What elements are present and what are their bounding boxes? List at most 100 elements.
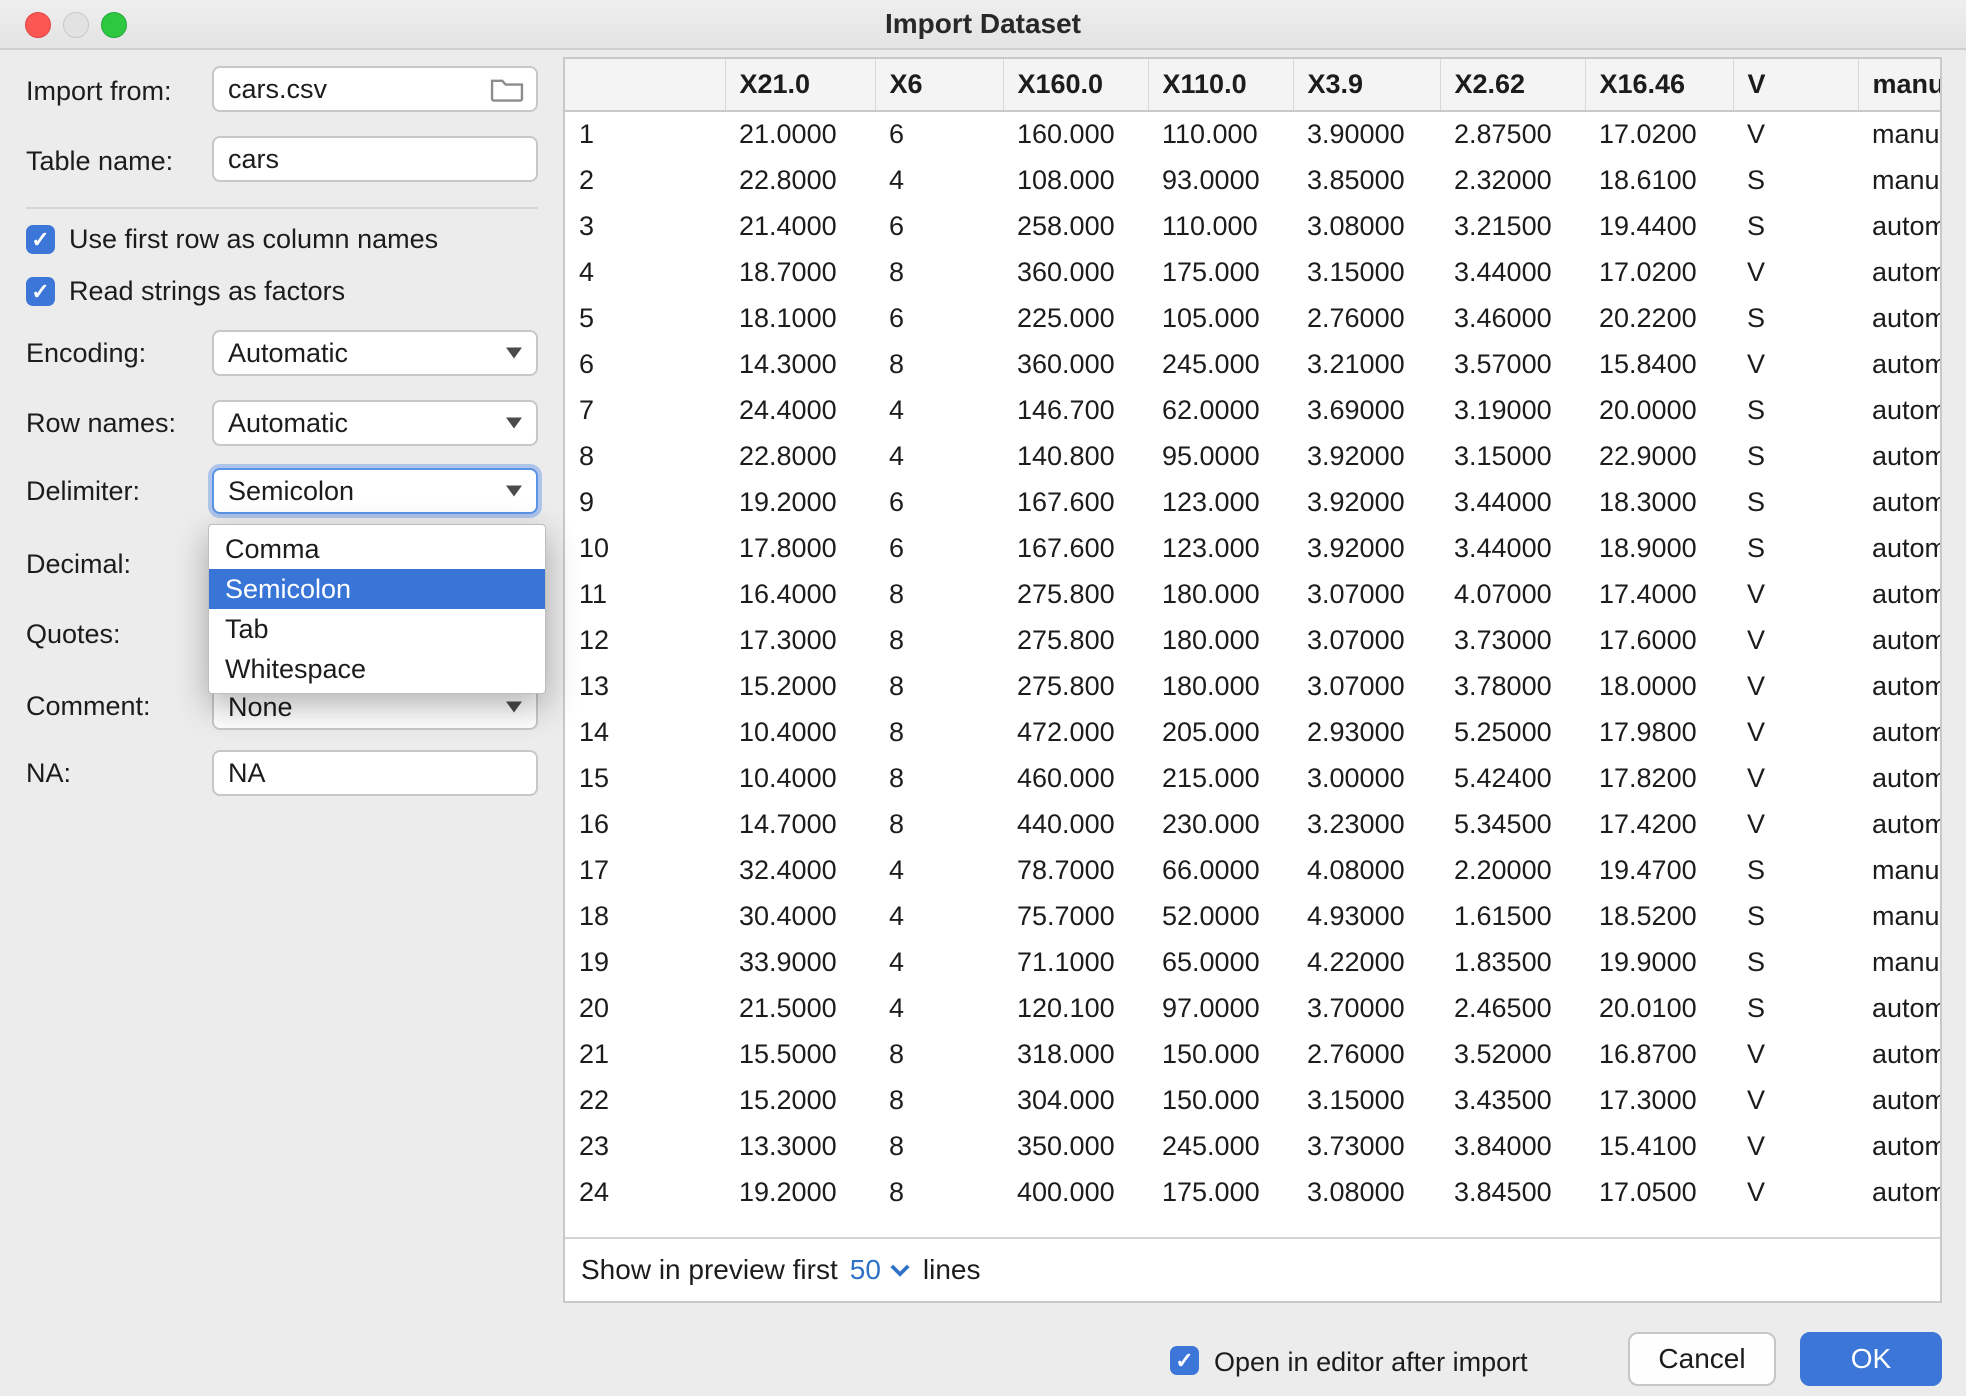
table-row[interactable]: 1410.40008472.000205.0002.930005.2500017… — [565, 709, 1940, 755]
data-cell: 10.4000 — [725, 709, 875, 755]
column-header[interactable]: X3.9 — [1293, 59, 1440, 111]
column-header[interactable]: manu — [1858, 59, 1940, 111]
data-cell: 8 — [875, 709, 1003, 755]
import-from-input[interactable] — [214, 68, 536, 110]
delimiter-option[interactable]: Tab — [209, 609, 545, 649]
data-cell: 2.76000 — [1293, 1031, 1440, 1077]
folder-icon[interactable] — [490, 75, 524, 103]
column-header[interactable]: X160.0 — [1003, 59, 1148, 111]
table-row[interactable]: 614.30008360.000245.0003.210003.5700015.… — [565, 341, 1940, 387]
data-cell: 8 — [875, 663, 1003, 709]
delimiter-option[interactable]: Whitespace — [209, 649, 545, 689]
data-cell: 3.69000 — [1293, 387, 1440, 433]
chevron-down-icon — [506, 348, 522, 359]
table-row[interactable]: 2021.50004120.10097.00003.700002.4650020… — [565, 985, 1940, 1031]
data-cell: S — [1733, 985, 1858, 1031]
data-cell: V — [1733, 571, 1858, 617]
table-row[interactable]: 1614.70008440.000230.0003.230005.3450017… — [565, 801, 1940, 847]
table-row[interactable]: 2419.20008400.000175.0003.080003.8450017… — [565, 1169, 1940, 1215]
row-names-select[interactable]: Automatic — [212, 400, 538, 446]
table-row[interactable]: 2313.30008350.000245.0003.730003.8400015… — [565, 1123, 1940, 1169]
data-cell: 2.93000 — [1293, 709, 1440, 755]
row-number-cell: 22 — [565, 1077, 725, 1123]
use-first-row-option: ✓ Use first row as column names — [26, 224, 438, 255]
na-field[interactable] — [212, 750, 538, 796]
chevron-down-icon — [506, 702, 522, 713]
column-header[interactable]: X16.46 — [1585, 59, 1733, 111]
data-cell: 3.43500 — [1440, 1077, 1585, 1123]
delimiter-select[interactable]: Semicolon — [212, 468, 538, 514]
data-cell: 71.1000 — [1003, 939, 1148, 985]
table-row[interactable]: 1017.80006167.600123.0003.920003.4400018… — [565, 525, 1940, 571]
data-cell: 4 — [875, 985, 1003, 1031]
form-separator — [26, 207, 538, 209]
data-cell: 65.0000 — [1148, 939, 1293, 985]
table-name-field[interactable] — [212, 136, 538, 182]
data-cell: 4 — [875, 893, 1003, 939]
row-number-cell: 3 — [565, 203, 725, 249]
data-cell: S — [1733, 525, 1858, 571]
delimiter-option[interactable]: Semicolon — [209, 569, 545, 609]
data-cell: 18.7000 — [725, 249, 875, 295]
import-from-field[interactable] — [212, 66, 538, 112]
row-number-cell: 4 — [565, 249, 725, 295]
table-row[interactable]: 1116.40008275.800180.0003.070004.0700017… — [565, 571, 1940, 617]
table-row[interactable]: 1510.40008460.000215.0003.000005.4240017… — [565, 755, 1940, 801]
column-header[interactable]: X2.62 — [1440, 59, 1585, 111]
zoom-window-button[interactable] — [101, 12, 127, 38]
column-header[interactable]: V — [1733, 59, 1858, 111]
column-header[interactable]: X21.0 — [725, 59, 875, 111]
use-first-row-checkbox[interactable]: ✓ — [26, 225, 55, 254]
data-cell: 3.07000 — [1293, 617, 1440, 663]
column-header[interactable] — [565, 59, 725, 111]
table-row[interactable]: 1732.4000478.700066.00004.080002.2000019… — [565, 847, 1940, 893]
quotes-label: Quotes: — [26, 618, 121, 650]
table-row[interactable]: 2115.50008318.000150.0002.760003.5200016… — [565, 1031, 1940, 1077]
import-dataset-dialog: Import Dataset Import from: Table name: … — [0, 0, 1966, 1396]
table-row[interactable]: 518.10006225.000105.0002.760003.4600020.… — [565, 295, 1940, 341]
row-number-cell: 23 — [565, 1123, 725, 1169]
check-icon: ✓ — [31, 281, 49, 303]
row-number-cell: 5 — [565, 295, 725, 341]
data-cell: S — [1733, 387, 1858, 433]
table-row[interactable]: 822.80004140.80095.00003.920003.1500022.… — [565, 433, 1940, 479]
column-header[interactable]: X110.0 — [1148, 59, 1293, 111]
table-row[interactable]: 1315.20008275.800180.0003.070003.7800018… — [565, 663, 1940, 709]
ok-button[interactable]: OK — [1800, 1332, 1942, 1386]
na-input[interactable] — [214, 752, 536, 794]
data-cell: 6 — [875, 479, 1003, 525]
data-cell: 8 — [875, 571, 1003, 617]
table-row[interactable]: 2215.20008304.000150.0003.150003.4350017… — [565, 1077, 1940, 1123]
table-row[interactable]: 919.20006167.600123.0003.920003.4400018.… — [565, 479, 1940, 525]
encoding-select[interactable]: Automatic — [212, 330, 538, 376]
data-cell: 175.000 — [1148, 1169, 1293, 1215]
table-row[interactable]: 121.00006160.000110.0003.900002.8750017.… — [565, 111, 1940, 157]
data-cell: 2.32000 — [1440, 157, 1585, 203]
data-cell: 3.84000 — [1440, 1123, 1585, 1169]
table-row[interactable]: 1933.9000471.100065.00004.220001.8350019… — [565, 939, 1940, 985]
table-row[interactable]: 418.70008360.000175.0003.150003.4400017.… — [565, 249, 1940, 295]
delimiter-option[interactable]: Comma — [209, 529, 545, 569]
strings-as-factors-label: Read strings as factors — [69, 276, 345, 307]
table-row[interactable]: 1830.4000475.700052.00004.930001.6150018… — [565, 893, 1940, 939]
data-cell: V — [1733, 801, 1858, 847]
data-cell: 1.83500 — [1440, 939, 1585, 985]
table-row[interactable]: 321.40006258.000110.0003.080003.2150019.… — [565, 203, 1940, 249]
close-window-button[interactable] — [25, 12, 51, 38]
data-cell: 3.19000 — [1440, 387, 1585, 433]
data-cell: autom — [1858, 295, 1940, 341]
cancel-button[interactable]: Cancel — [1628, 1332, 1776, 1386]
table-row[interactable]: 222.80004108.00093.00003.850002.3200018.… — [565, 157, 1940, 203]
open-in-editor-checkbox[interactable]: ✓ — [1170, 1346, 1199, 1375]
preview-lines-count-select[interactable]: 50 — [850, 1254, 911, 1286]
table-row[interactable]: 724.40004146.70062.00003.690003.1900020.… — [565, 387, 1940, 433]
column-header[interactable]: X6 — [875, 59, 1003, 111]
strings-as-factors-checkbox[interactable]: ✓ — [26, 277, 55, 306]
data-cell: autom — [1858, 617, 1940, 663]
table-name-input[interactable] — [214, 138, 536, 180]
data-cell: 400.000 — [1003, 1169, 1148, 1215]
data-cell: 13.3000 — [725, 1123, 875, 1169]
data-cell: 3.84500 — [1440, 1169, 1585, 1215]
table-row[interactable]: 1217.30008275.800180.0003.070003.7300017… — [565, 617, 1940, 663]
data-cell: autom — [1858, 709, 1940, 755]
